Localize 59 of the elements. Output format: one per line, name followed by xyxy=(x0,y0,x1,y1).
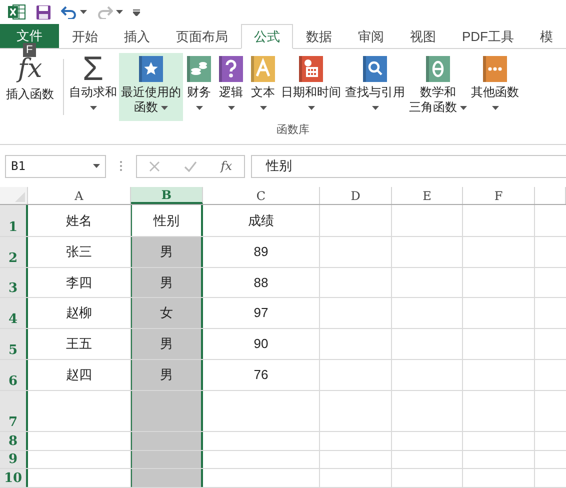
row-header[interactable]: 9 xyxy=(0,451,28,468)
formula-input[interactable]: 性别 xyxy=(251,154,566,178)
cancel-icon[interactable] xyxy=(148,160,160,172)
function-library-button[interactable]: Σ 自动求和 xyxy=(67,53,119,121)
search-book-icon xyxy=(361,55,389,83)
table-cell: 男 xyxy=(131,268,203,297)
row-header[interactable]: 7 xyxy=(0,391,28,431)
row-header[interactable]: 2 xyxy=(0,237,28,267)
customize-toolbar-icon[interactable] xyxy=(133,8,140,16)
calendar-book-icon xyxy=(297,55,325,83)
ribbon-tab[interactable]: 页面布局 xyxy=(163,24,241,49)
undo-caret-icon xyxy=(80,10,87,14)
save-icon[interactable] xyxy=(36,4,51,20)
ribbon-tab[interactable]: 开始 xyxy=(59,24,111,49)
key-tip: F xyxy=(23,43,36,57)
row-header[interactable]: 10 xyxy=(0,469,28,487)
name-box-caret-icon xyxy=(93,164,100,168)
undo-icon[interactable] xyxy=(61,5,77,19)
ribbon-tab[interactable]: 模 xyxy=(527,24,566,49)
table-cell: 女 xyxy=(131,298,203,328)
select-all-corner[interactable] xyxy=(0,187,28,204)
row-header[interactable]: 3 xyxy=(0,268,28,297)
theta-book-icon xyxy=(424,55,452,83)
ribbon-tab[interactable]: 公式 xyxy=(241,24,293,49)
function-library-button[interactable]: 查找与引用 xyxy=(343,53,407,121)
function-library-button[interactable]: 逻辑 xyxy=(215,53,247,121)
insert-function-button[interactable]: fx xyxy=(220,157,232,175)
function-library-button[interactable]: 数学和 三角函数 xyxy=(407,53,469,121)
question-book-icon xyxy=(217,55,245,83)
row-header[interactable]: 8 xyxy=(0,432,28,450)
table-cell: 男 xyxy=(131,360,203,390)
row-header[interactable]: 5 xyxy=(0,329,28,359)
redo-icon[interactable] xyxy=(97,5,113,19)
ribbon-tab[interactable]: 数据 xyxy=(293,24,345,49)
dots-book-icon xyxy=(481,55,509,83)
coins-book-icon xyxy=(185,55,213,83)
row-header[interactable]: 4 xyxy=(0,298,28,328)
function-library-button[interactable]: 财务 xyxy=(183,53,215,121)
redo-caret-icon xyxy=(116,10,123,14)
ribbon-tab[interactable]: 视图 xyxy=(397,24,449,49)
letter-book-icon xyxy=(249,55,277,83)
ribbon-tab[interactable]: 审阅 xyxy=(345,24,397,49)
table-cell: 男 xyxy=(131,237,203,267)
group-label: 函数库 xyxy=(276,122,310,138)
row-header[interactable]: 6 xyxy=(0,360,28,390)
column-header[interactable]: B xyxy=(131,187,203,204)
function-library-button[interactable]: 日期和时间 xyxy=(279,53,343,121)
ribbon-tab[interactable]: 插入 xyxy=(111,24,163,49)
star-book-icon xyxy=(137,55,165,83)
spreadsheet-app-icon[interactable] xyxy=(8,4,26,20)
ribbon-tab[interactable]: PDF工具 xyxy=(449,24,527,49)
function-library-button[interactable]: 文本 xyxy=(247,53,279,121)
function-library-button[interactable]: 其他函数 xyxy=(469,53,521,121)
row-header[interactable]: 1 xyxy=(0,205,28,236)
check-icon[interactable] xyxy=(184,160,197,172)
table-cell: 性别 xyxy=(131,205,203,236)
table-cell: 男 xyxy=(131,329,203,359)
function-library-button[interactable]: 最近使用的 函数 xyxy=(119,53,183,121)
name-box[interactable]: B1 xyxy=(5,154,106,178)
